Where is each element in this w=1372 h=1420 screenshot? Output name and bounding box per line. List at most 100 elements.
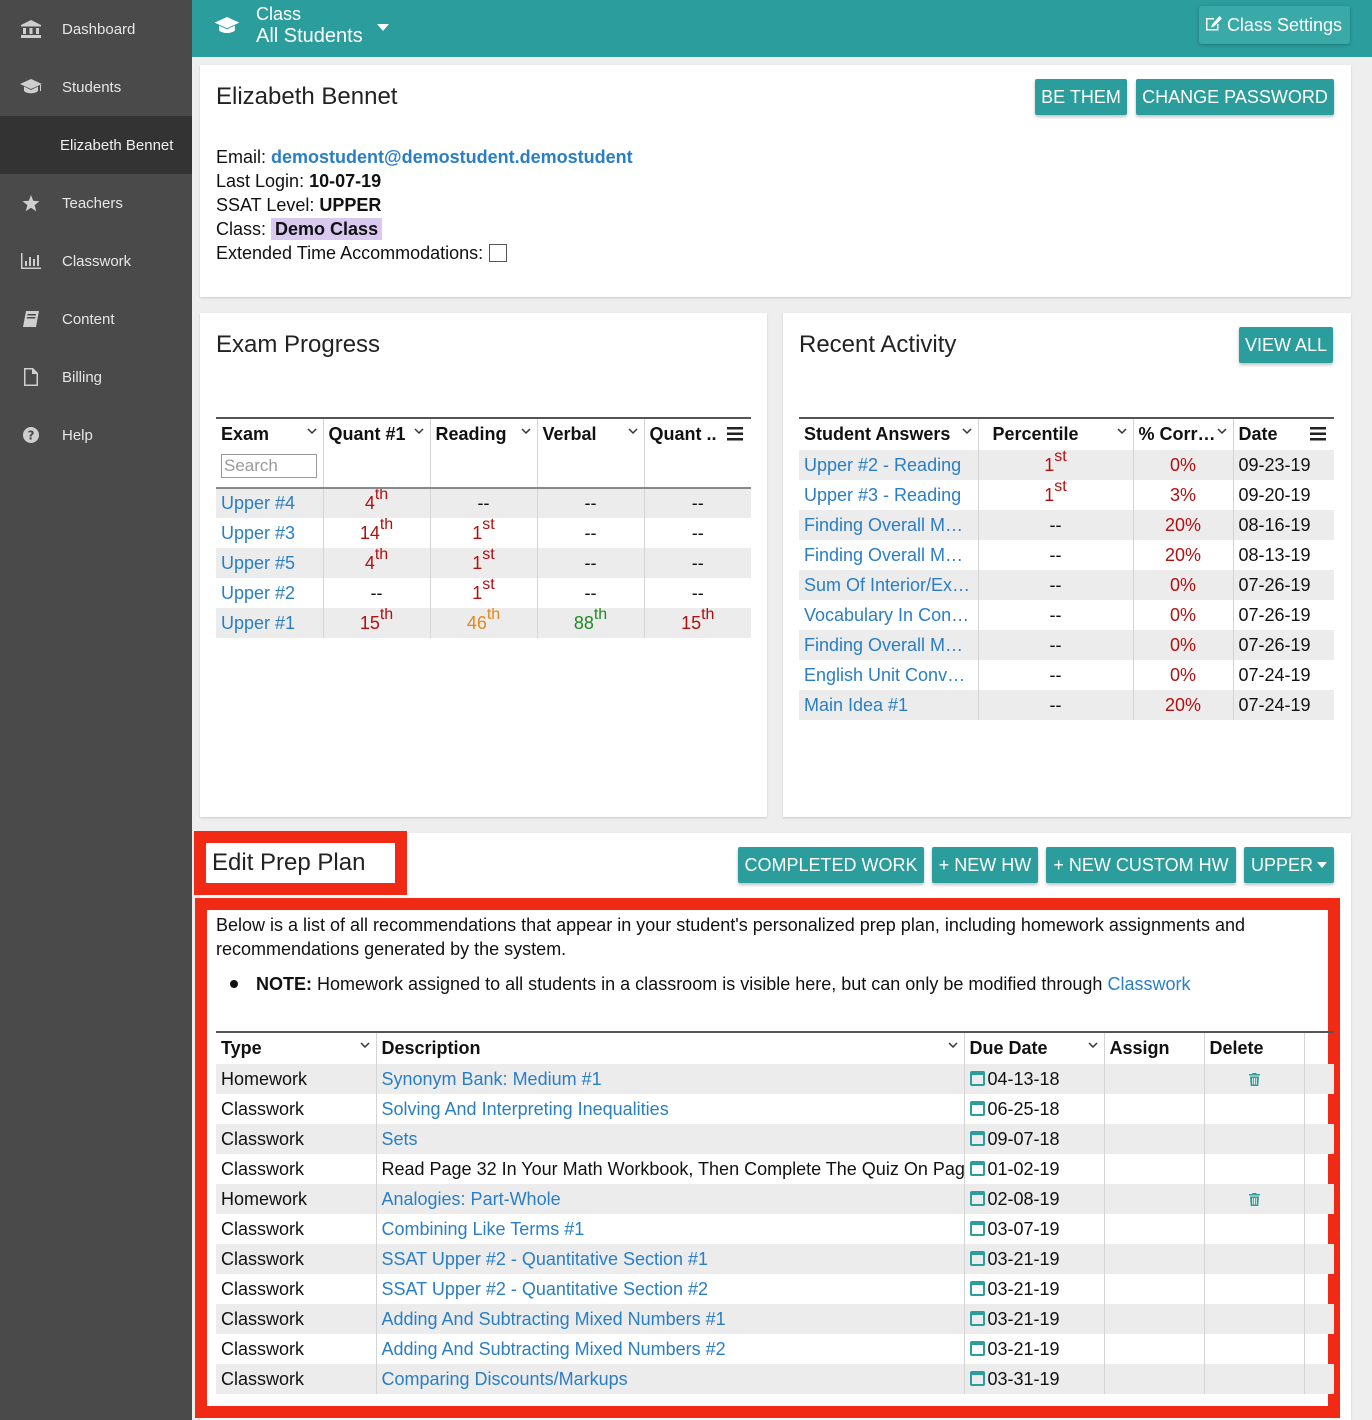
column-header-quant-1[interactable]: Quant #1 bbox=[323, 417, 431, 450]
level-dropdown-button[interactable]: UPPER bbox=[1244, 847, 1334, 883]
due-date-cell[interactable]: 03-21-19 bbox=[964, 1274, 1105, 1304]
answer-cell[interactable]: Main Idea #1 bbox=[799, 690, 979, 720]
description-cell[interactable]: SSAT Upper #2 - Quantitative Section #1 bbox=[376, 1244, 965, 1274]
sidebar-item-students[interactable]: Students bbox=[0, 58, 192, 116]
be-them-button[interactable]: BE THEM bbox=[1035, 79, 1127, 115]
answer-link[interactable]: Finding Overall M… bbox=[804, 515, 963, 535]
extended-time-checkbox[interactable] bbox=[489, 244, 508, 262]
description-cell[interactable]: Solving And Interpreting Inequalities bbox=[376, 1094, 965, 1124]
description-link[interactable]: Synonym Bank: Medium #1 bbox=[382, 1069, 602, 1089]
trash-icon[interactable] bbox=[1248, 1072, 1260, 1086]
answer-link[interactable]: Upper #2 - Reading bbox=[804, 455, 961, 475]
answer-cell[interactable]: English Unit Conv… bbox=[799, 660, 979, 690]
answer-link[interactable]: Finding Overall M… bbox=[804, 545, 963, 565]
column-header-quant-2[interactable]: Quant .. bbox=[644, 417, 751, 450]
exam-cell[interactable]: Upper #4 bbox=[216, 487, 324, 518]
calendar-icon[interactable] bbox=[969, 1220, 985, 1236]
exam-link[interactable]: Upper #1 bbox=[221, 613, 295, 633]
due-date-cell[interactable]: 06-25-18 bbox=[964, 1094, 1105, 1124]
column-header-reading[interactable]: Reading bbox=[430, 417, 538, 450]
exam-cell[interactable]: Upper #1 bbox=[216, 608, 324, 638]
answer-cell[interactable]: Vocabulary In Con… bbox=[799, 600, 979, 630]
answer-link[interactable]: Vocabulary In Con… bbox=[804, 605, 969, 625]
due-date-cell[interactable]: 04-13-18 bbox=[964, 1064, 1105, 1094]
completed-work-button[interactable]: COMPLETED WORK bbox=[738, 847, 924, 883]
description-link[interactable]: SSAT Upper #2 - Quantitative Section #2 bbox=[382, 1279, 709, 1299]
description-link[interactable]: Analogies: Part-Whole bbox=[382, 1189, 561, 1209]
due-date-cell[interactable]: 03-07-19 bbox=[964, 1214, 1105, 1244]
calendar-icon[interactable] bbox=[969, 1280, 985, 1296]
description-cell[interactable]: Comparing Discounts/Markups bbox=[376, 1364, 965, 1394]
description-link[interactable]: SSAT Upper #2 - Quantitative Section #1 bbox=[382, 1249, 709, 1269]
answer-cell[interactable]: Finding Overall M… bbox=[799, 630, 979, 660]
answer-link[interactable]: Upper #3 - Reading bbox=[804, 485, 961, 505]
new-hw-button[interactable]: + NEW HW bbox=[932, 847, 1038, 883]
sidebar-item-content[interactable]: Content bbox=[0, 290, 192, 348]
sidebar-item-teachers[interactable]: Teachers bbox=[0, 174, 192, 232]
sidebar-item-classwork[interactable]: Classwork bbox=[0, 232, 192, 290]
due-date-cell[interactable]: 03-31-19 bbox=[964, 1364, 1105, 1394]
exam-link[interactable]: Upper #5 bbox=[221, 553, 295, 573]
description-link[interactable]: Adding And Subtracting Mixed Numbers #1 bbox=[382, 1309, 726, 1329]
due-date-cell[interactable]: 09-07-18 bbox=[964, 1124, 1105, 1154]
description-link[interactable]: Adding And Subtracting Mixed Numbers #2 bbox=[382, 1339, 726, 1359]
description-cell[interactable]: Adding And Subtracting Mixed Numbers #1 bbox=[376, 1304, 965, 1334]
answer-cell[interactable]: Finding Overall M… bbox=[799, 510, 979, 540]
description-cell[interactable]: Adding And Subtracting Mixed Numbers #2 bbox=[376, 1334, 965, 1364]
calendar-icon[interactable] bbox=[969, 1100, 985, 1116]
calendar-icon[interactable] bbox=[969, 1070, 985, 1086]
answer-cell[interactable]: Finding Overall M… bbox=[799, 540, 979, 570]
exam-link[interactable]: Upper #2 bbox=[221, 583, 295, 603]
due-date-cell[interactable]: 03-21-19 bbox=[964, 1304, 1105, 1334]
answer-link[interactable]: English Unit Conv… bbox=[804, 665, 965, 685]
calendar-icon[interactable] bbox=[969, 1160, 985, 1176]
answer-link[interactable]: Main Idea #1 bbox=[804, 695, 908, 715]
description-cell[interactable]: Analogies: Part-Whole bbox=[376, 1184, 965, 1214]
exam-cell[interactable]: Upper #3 bbox=[216, 518, 324, 548]
class-settings-button[interactable]: Class Settings bbox=[1198, 6, 1350, 44]
column-header-verbal[interactable]: Verbal bbox=[537, 417, 645, 450]
calendar-icon[interactable] bbox=[969, 1190, 985, 1206]
exam-cell[interactable]: Upper #5 bbox=[216, 548, 324, 578]
due-date-cell[interactable]: 03-21-19 bbox=[964, 1244, 1105, 1274]
column-header-student-answers[interactable]: Student Answers bbox=[799, 417, 979, 450]
column-header-delete[interactable]: Delete bbox=[1204, 1031, 1305, 1064]
email-link[interactable]: demostudent@demostudent.demostudent bbox=[271, 147, 633, 167]
sidebar-item-help[interactable]: ? Help bbox=[0, 406, 192, 464]
exam-search-input[interactable]: Search bbox=[221, 454, 317, 478]
column-header-description[interactable]: Description bbox=[376, 1031, 965, 1064]
sidebar-item-billing[interactable]: Billing bbox=[0, 348, 192, 406]
due-date-cell[interactable]: 02-08-19 bbox=[964, 1184, 1105, 1214]
delete-cell[interactable] bbox=[1204, 1184, 1305, 1214]
view-all-button[interactable]: VIEW ALL bbox=[1239, 327, 1333, 363]
delete-cell[interactable] bbox=[1204, 1064, 1305, 1094]
description-link[interactable]: Solving And Interpreting Inequalities bbox=[382, 1099, 669, 1119]
answer-link[interactable]: Finding Overall M… bbox=[804, 635, 963, 655]
description-cell[interactable]: SSAT Upper #2 - Quantitative Section #2 bbox=[376, 1274, 965, 1304]
answer-cell[interactable]: Upper #3 - Reading bbox=[799, 480, 979, 510]
description-link[interactable]: Sets bbox=[382, 1129, 418, 1149]
calendar-icon[interactable] bbox=[969, 1130, 985, 1146]
calendar-icon[interactable] bbox=[969, 1310, 985, 1326]
answer-cell[interactable]: Sum Of Interior/Ex… bbox=[799, 570, 979, 600]
calendar-icon[interactable] bbox=[969, 1340, 985, 1356]
column-header-exam[interactable]: Exam bbox=[216, 417, 324, 450]
classwork-link[interactable]: Classwork bbox=[1107, 974, 1190, 994]
answer-cell[interactable]: Upper #2 - Reading bbox=[799, 450, 979, 480]
due-date-cell[interactable]: 03-21-19 bbox=[964, 1334, 1105, 1364]
description-cell[interactable]: Synonym Bank: Medium #1 bbox=[376, 1064, 965, 1094]
description-link[interactable]: Comparing Discounts/Markups bbox=[382, 1369, 628, 1389]
calendar-icon[interactable] bbox=[969, 1250, 985, 1266]
sidebar-item-dashboard[interactable]: Dashboard bbox=[0, 0, 192, 58]
column-header-type[interactable]: Type bbox=[216, 1031, 377, 1064]
trash-icon[interactable] bbox=[1248, 1192, 1260, 1206]
description-cell[interactable]: Sets bbox=[376, 1124, 965, 1154]
answer-link[interactable]: Sum Of Interior/Ex… bbox=[804, 575, 970, 595]
column-header-percentile[interactable]: Percentile bbox=[978, 417, 1134, 450]
description-cell[interactable]: Combining Like Terms #1 bbox=[376, 1214, 965, 1244]
due-date-cell[interactable]: 01-02-19 bbox=[964, 1154, 1105, 1184]
exam-cell[interactable]: Upper #2 bbox=[216, 578, 324, 608]
column-header-due-date[interactable]: Due Date bbox=[964, 1031, 1105, 1064]
sidebar-item-elizabeth-bennet[interactable]: Elizabeth Bennet bbox=[0, 116, 192, 174]
column-header-percent-correct[interactable]: % Corr… bbox=[1133, 417, 1234, 450]
